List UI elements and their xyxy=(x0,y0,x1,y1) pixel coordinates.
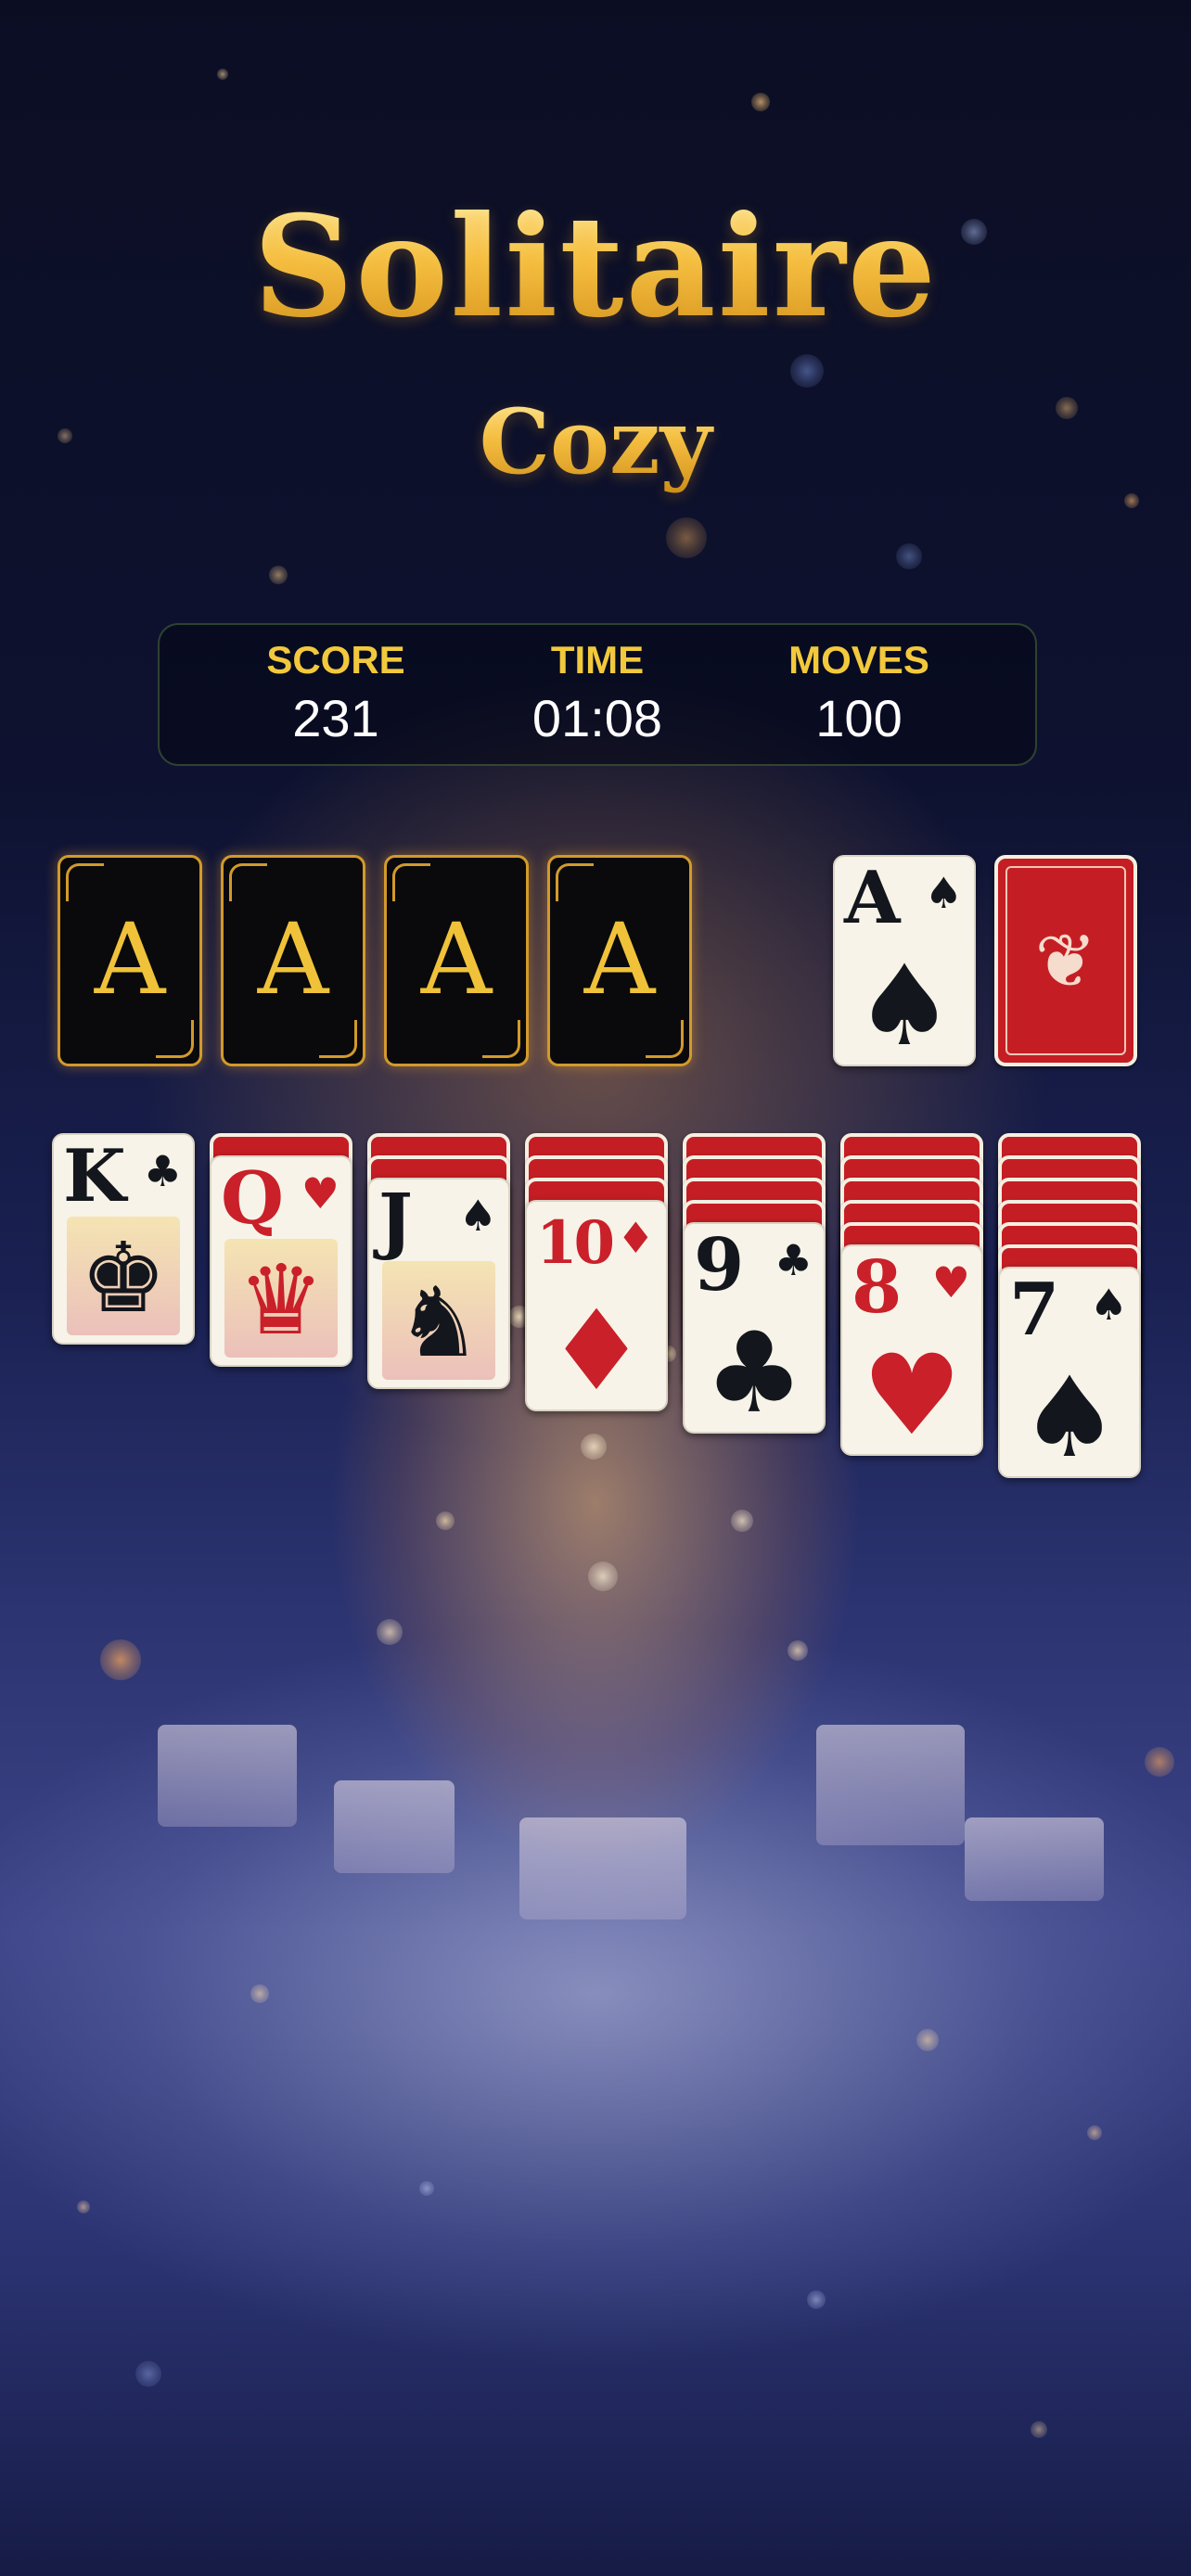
bokeh-light xyxy=(1031,2421,1047,2438)
court-figure-icon: ♞ xyxy=(382,1261,495,1380)
heart-icon: ♥ xyxy=(301,1168,339,1218)
foundation-pile-4[interactable]: A xyxy=(547,855,692,1066)
score-value: 231 xyxy=(292,689,379,747)
tableau-card-7[interactable]: 7 ♠ ♠ xyxy=(998,1267,1141,1478)
game-title: Solitaire xyxy=(0,185,1191,349)
foundation-letter: A xyxy=(420,902,493,1016)
bokeh-light xyxy=(217,69,228,80)
ornament-icon xyxy=(482,1020,520,1058)
bokeh-light xyxy=(436,1511,455,1530)
club-icon: ♣ xyxy=(143,1146,182,1196)
foundation-pile-1[interactable]: A xyxy=(58,855,202,1066)
tableau-card-6[interactable]: 8 ♥ ♥ xyxy=(840,1244,983,1456)
ornament-icon xyxy=(229,863,267,901)
card-rank: K xyxy=(63,1134,126,1218)
ornament-icon xyxy=(556,863,594,901)
spade-icon: ♠ xyxy=(1019,1354,1120,1478)
gift-box-decoration xyxy=(334,1780,455,1873)
gift-box-decoration xyxy=(965,1817,1104,1901)
card-rank: 10 xyxy=(536,1208,615,1278)
foundation-letter: A xyxy=(257,902,329,1016)
time-value: 01:08 xyxy=(531,689,663,747)
ornament-icon xyxy=(646,1020,684,1058)
stats-panel: SCORE 231 TIME 01:08 MOVES 100 xyxy=(158,623,1037,766)
court-figure-icon: ♚ xyxy=(67,1217,180,1335)
ornament-icon xyxy=(392,863,430,901)
bokeh-light xyxy=(1087,2125,1102,2140)
tableau-card-2[interactable]: Q ♥ ♛ xyxy=(210,1155,352,1367)
card-rank: Q xyxy=(221,1156,284,1241)
waste-card[interactable]: A ♠ ♠ xyxy=(833,855,976,1066)
tableau-card-1[interactable]: K ♣ ♚ xyxy=(52,1133,195,1345)
card-rank: J xyxy=(378,1179,413,1263)
club-icon: ♣ xyxy=(704,1309,804,1434)
court-figure-icon: ♛ xyxy=(224,1239,338,1358)
spade-icon: ♠ xyxy=(458,1191,497,1241)
card-rank: 9 xyxy=(694,1223,745,1307)
gift-box-decoration xyxy=(519,1817,686,1919)
damask-emblem-icon: ❦ xyxy=(1034,918,1097,1004)
heart-icon: ♥ xyxy=(931,1257,970,1307)
tableau-card-3[interactable]: J ♠ ♞ xyxy=(367,1178,510,1389)
bokeh-light xyxy=(250,1984,269,2003)
ornament-icon xyxy=(66,863,104,901)
spade-icon: ♠ xyxy=(924,868,963,918)
bokeh-light xyxy=(790,354,824,388)
moves-value: 100 xyxy=(815,689,903,747)
bokeh-light xyxy=(100,1639,141,1680)
bokeh-light xyxy=(588,1562,618,1591)
spade-icon: ♠ xyxy=(1089,1280,1128,1330)
bokeh-light xyxy=(751,93,770,111)
time-label: TIME xyxy=(550,638,645,682)
diamond-icon: ♦ xyxy=(616,1213,655,1263)
tableau-card-5[interactable]: 9 ♣ ♣ xyxy=(683,1222,826,1434)
stock-pile[interactable]: ❦ xyxy=(994,855,1137,1066)
bokeh-light xyxy=(377,1619,403,1645)
gift-box-decoration xyxy=(158,1725,297,1827)
heart-icon: ♥ xyxy=(862,1332,962,1456)
card-rank: 8 xyxy=(852,1245,903,1330)
bokeh-light xyxy=(896,543,922,569)
bokeh-light xyxy=(916,2029,939,2051)
bokeh-light xyxy=(77,2200,90,2213)
ornament-icon xyxy=(319,1020,357,1058)
score-label: SCORE xyxy=(266,638,405,682)
gift-box-decoration xyxy=(816,1725,965,1845)
game-subtitle: Cozy xyxy=(0,389,1191,494)
bokeh-light xyxy=(666,517,707,558)
diamond-icon: ♦ xyxy=(546,1287,647,1411)
club-icon: ♣ xyxy=(774,1235,813,1285)
bokeh-light xyxy=(1145,1747,1174,1777)
time-stat: TIME 01:08 xyxy=(458,638,736,748)
bokeh-light xyxy=(581,1434,607,1460)
foundation-pile-3[interactable]: A xyxy=(384,855,529,1066)
score-stat: SCORE 231 xyxy=(197,638,475,748)
foundation-pile-2[interactable]: A xyxy=(221,855,365,1066)
tableau-card-4[interactable]: 10 ♦ ♦ xyxy=(525,1200,668,1411)
card-rank: A xyxy=(844,856,901,940)
bokeh-light xyxy=(807,2290,826,2309)
bokeh-light xyxy=(135,2361,161,2387)
ornament-icon xyxy=(156,1020,194,1058)
bokeh-light xyxy=(1124,493,1139,508)
bokeh-light xyxy=(269,566,288,584)
foundation-letter: A xyxy=(94,902,166,1016)
moves-stat: MOVES 100 xyxy=(720,638,998,748)
spade-icon: ♠ xyxy=(854,942,954,1066)
moves-label: MOVES xyxy=(788,638,929,682)
card-rank: 7 xyxy=(1009,1268,1060,1352)
bokeh-light xyxy=(419,2181,434,2196)
foundation-letter: A xyxy=(583,902,656,1016)
bokeh-light xyxy=(731,1510,753,1532)
bokeh-light xyxy=(788,1640,808,1661)
